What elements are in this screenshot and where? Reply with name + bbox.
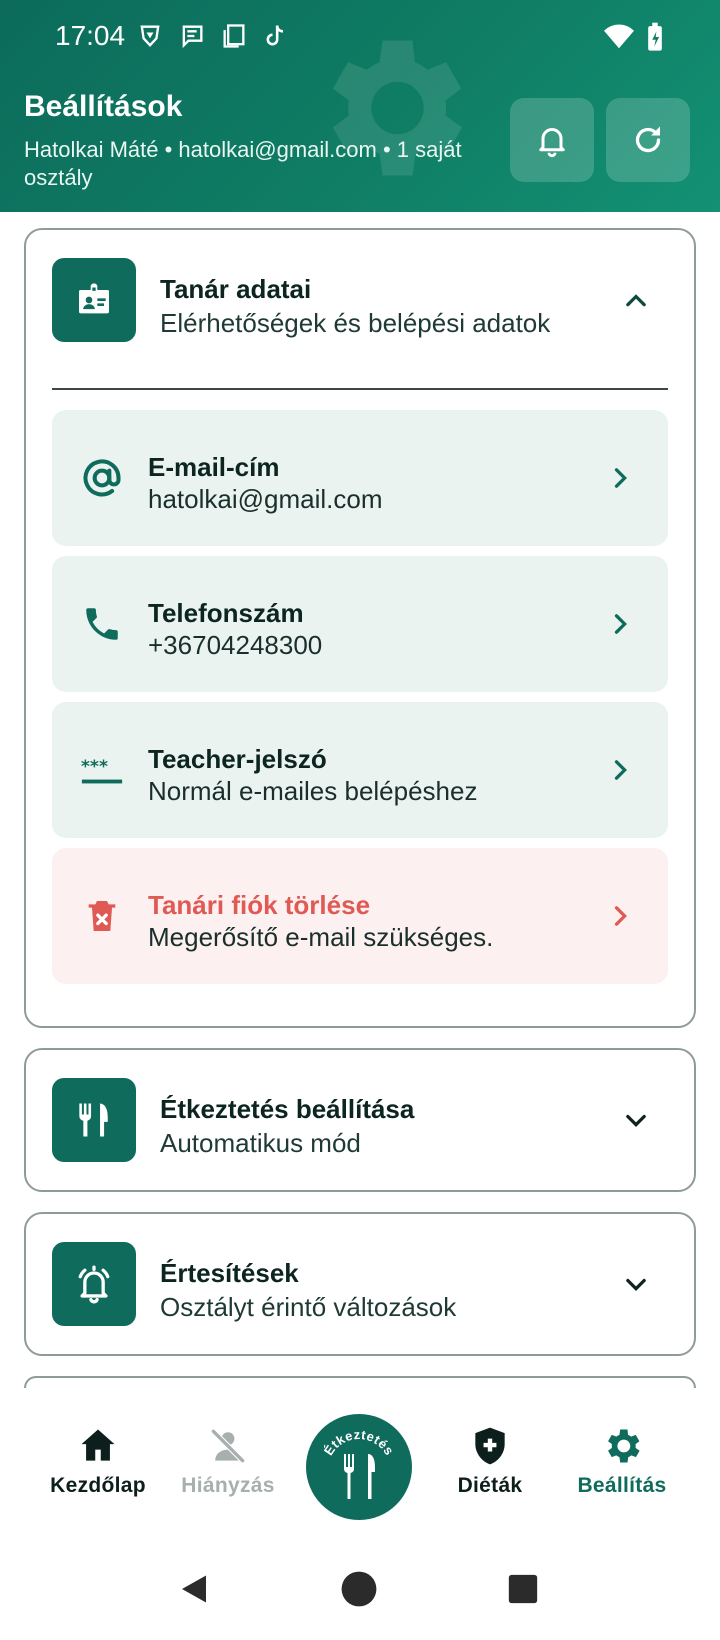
alarm-icon-tile bbox=[52, 1242, 136, 1326]
delete-account-label: Tanári fiók törlése bbox=[148, 890, 371, 920]
notifications-card-subtitle: Osztályt érintő változások bbox=[160, 1292, 457, 1322]
battery-icon bbox=[648, 22, 662, 51]
page-subtitle: Hatolkai Máté • hatolkai@gmail.com • 1 s… bbox=[24, 137, 462, 190]
nav-diets[interactable]: Diéták bbox=[420, 1424, 560, 1498]
status-system-icons bbox=[604, 22, 664, 52]
email-value: hatolkai@gmail.com bbox=[148, 484, 383, 514]
delete-account-hint: Megerősítő e-mail szükséges. bbox=[148, 922, 494, 952]
message-icon bbox=[178, 22, 208, 52]
nav-absence[interactable]: Hiányzás bbox=[158, 1424, 298, 1498]
teacher-card-subtitle: Elérhetőségek és belépési adatok bbox=[160, 308, 551, 338]
chevron-up-icon[interactable] bbox=[622, 286, 650, 314]
copy-icon bbox=[220, 22, 250, 52]
delete-account-row[interactable]: Tanári fiók törlése Megerősítő e-mail sz… bbox=[52, 848, 668, 984]
refresh-button[interactable] bbox=[606, 98, 690, 182]
brave-icon bbox=[136, 22, 166, 52]
notifications-header: Értesítések Osztályt érintő változások bbox=[52, 1242, 668, 1326]
nav-absence-label: Hiányzás bbox=[181, 1474, 275, 1497]
nav-settings-label: Beállítás bbox=[577, 1474, 667, 1497]
chevron-right-icon bbox=[614, 614, 627, 634]
meal-card-title: Étkeztetés beállítása bbox=[160, 1094, 415, 1124]
gear-icon bbox=[608, 1429, 640, 1463]
bell-icon bbox=[539, 128, 565, 158]
person-off-icon bbox=[211, 1429, 245, 1463]
wifi-icon bbox=[604, 24, 634, 49]
bell-ring-icon bbox=[78, 1265, 110, 1304]
notifications-card[interactable]: Értesítések Osztályt érintő változások bbox=[24, 1212, 696, 1356]
page-title: Beállítások bbox=[24, 90, 183, 123]
notifications-button[interactable] bbox=[510, 98, 594, 182]
app-header: 17:04 Beállítások Hatolkai Máté • hatolk… bbox=[0, 0, 720, 212]
shield-plus-icon bbox=[475, 1427, 505, 1465]
meal-card-subtitle: Automatikus mód bbox=[160, 1128, 361, 1158]
at-icon bbox=[78, 454, 126, 502]
notifications-card-title: Értesítések bbox=[160, 1258, 299, 1288]
teacher-badge-icon-tile bbox=[52, 258, 136, 342]
bottom-navigation: Kezdőlap Hiányzás Étkeztetés Diéták Beál… bbox=[0, 1388, 720, 1528]
phone-row[interactable]: Telefonszám +36704248300 bbox=[52, 556, 668, 692]
phone-label: Telefonszám bbox=[148, 598, 304, 628]
status-bar: 17:04 bbox=[0, 0, 720, 72]
home-icon bbox=[81, 1429, 115, 1461]
id-badge-icon bbox=[79, 283, 109, 314]
chevron-right-icon bbox=[614, 760, 627, 780]
nav-home[interactable]: Kezdőlap bbox=[28, 1424, 168, 1498]
svg-text:***: *** bbox=[81, 757, 108, 777]
password-hint: Normál e-mailes belépéshez bbox=[148, 776, 478, 806]
home-circle-icon[interactable] bbox=[340, 1570, 378, 1608]
meal-settings-header: Étkeztetés beállítása Automatikus mód bbox=[52, 1078, 668, 1162]
nav-diets-label: Diéták bbox=[457, 1474, 523, 1497]
phone-icon bbox=[78, 600, 126, 648]
card-divider bbox=[52, 388, 668, 390]
back-icon[interactable] bbox=[176, 1570, 212, 1608]
phone-value: +36704248300 bbox=[148, 630, 323, 660]
chevron-down-icon[interactable] bbox=[622, 1270, 650, 1298]
teacher-card-title: Tanár adatai bbox=[160, 274, 312, 304]
teacher-data-card: Tanár adatai Elérhetőségek és belépési a… bbox=[24, 228, 696, 1028]
chevron-right-icon bbox=[614, 468, 627, 488]
delete-icon bbox=[78, 892, 126, 940]
email-row[interactable]: E-mail-cím hatolkai@gmail.com bbox=[52, 410, 668, 546]
password-label: Teacher-jelszó bbox=[148, 744, 327, 774]
svg-text:Étkeztetés: Étkeztetés bbox=[321, 1427, 397, 1458]
meal-settings-card[interactable]: Étkeztetés beállítása Automatikus mód bbox=[24, 1048, 696, 1192]
password-icon: *** bbox=[78, 746, 126, 794]
meal-icon-tile bbox=[52, 1078, 136, 1162]
chevron-down-icon[interactable] bbox=[622, 1106, 650, 1134]
fork-knife-icon bbox=[79, 1103, 108, 1137]
email-label: E-mail-cím bbox=[148, 452, 280, 482]
system-navigation-bar bbox=[0, 1548, 720, 1640]
nav-home-label: Kezdőlap bbox=[50, 1474, 146, 1497]
recents-icon[interactable] bbox=[506, 1572, 540, 1606]
status-time: 17:04 bbox=[55, 20, 126, 51]
teacher-data-header[interactable]: Tanár adatai Elérhetőségek és belépési a… bbox=[52, 258, 668, 342]
nav-catering-label: Étkeztetés bbox=[321, 1427, 397, 1458]
catering-fork-knife-icon: Étkeztetés bbox=[321, 1427, 397, 1499]
nav-catering-button[interactable]: Étkeztetés bbox=[306, 1414, 412, 1520]
next-card-edge bbox=[24, 1376, 696, 1388]
status-notification-icons bbox=[136, 22, 292, 52]
refresh-icon bbox=[635, 126, 661, 153]
chevron-right-icon bbox=[614, 906, 627, 926]
tiktok-icon bbox=[262, 22, 292, 52]
nav-settings[interactable]: Beállítás bbox=[552, 1424, 692, 1498]
password-row[interactable]: *** Teacher-jelszó Normál e-mailes belép… bbox=[52, 702, 668, 838]
